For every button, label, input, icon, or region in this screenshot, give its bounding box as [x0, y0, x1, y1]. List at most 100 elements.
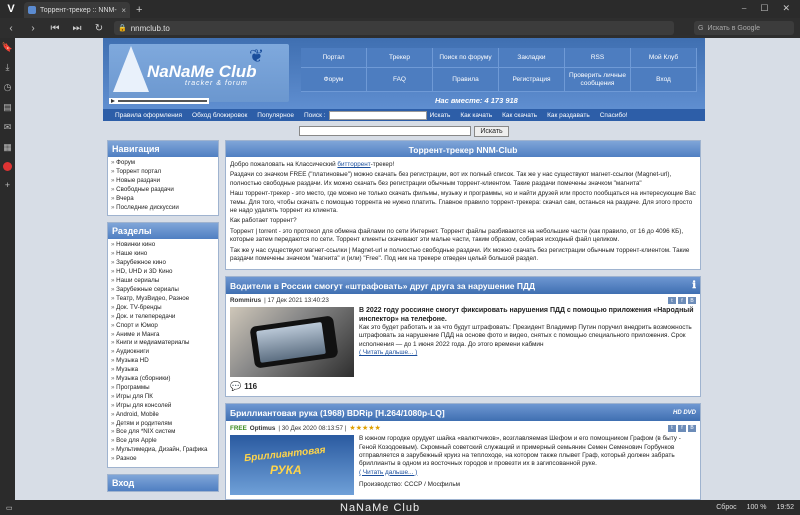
info-icon[interactable]: ℹ — [692, 280, 696, 291]
menu-search-input[interactable] — [328, 110, 427, 120]
fast-forward-icon[interactable]: ⏭ — [70, 23, 84, 34]
tab-close-icon[interactable]: × — [121, 6, 126, 15]
sidebar-item-forum[interactable]: Форум — [111, 159, 215, 168]
mail-icon[interactable]: ✉ — [4, 122, 12, 133]
comments-count[interactable]: 116 — [244, 382, 257, 391]
nav-my-club[interactable]: Мой Клуб — [631, 48, 697, 68]
vivaldi-logo-icon[interactable]: V — [0, 0, 22, 18]
zoom-level[interactable]: 100 % — [747, 504, 767, 511]
read-more-link[interactable]: ( Читать дальше... ) — [359, 469, 417, 476]
minimize-button[interactable]: ⎯ — [742, 3, 747, 14]
reload-icon[interactable]: ↻ — [92, 23, 106, 34]
menu-bypass[interactable]: Обход блокировок — [192, 112, 247, 119]
twitter-icon[interactable]: t — [668, 424, 676, 432]
section-item[interactable]: Все для Apple — [111, 437, 215, 446]
section-item[interactable]: Разное — [111, 455, 215, 464]
section-item[interactable]: Наше кино — [111, 250, 215, 259]
menu-search-button[interactable]: Искать — [430, 112, 451, 119]
section-item[interactable]: Музыка (сборники) — [111, 375, 215, 384]
section-item[interactable]: Игры для ПК — [111, 393, 215, 402]
section-item[interactable]: Мультимедиа, Дизайн, Графика — [111, 446, 215, 455]
vk-icon[interactable]: B — [688, 297, 696, 305]
audio-player[interactable] — [109, 98, 209, 104]
section-item[interactable]: Детям и родителям — [111, 420, 215, 429]
news-title[interactable]: Водители в России смогут «штрафовать» др… — [230, 281, 535, 291]
rewind-icon[interactable]: ⏮ — [48, 23, 62, 34]
sidebar-item-new[interactable]: Новые раздачи — [111, 177, 215, 186]
movie-poster[interactable]: Бриллиантовая РУКА — [230, 435, 354, 496]
close-window-button[interactable]: ✕ — [782, 3, 790, 14]
facebook-icon[interactable]: f — [678, 424, 686, 432]
news-author[interactable]: Rommirus — [230, 297, 261, 304]
notes-icon[interactable]: ▤ — [3, 102, 12, 113]
section-item[interactable]: Спорт и Юмор — [111, 322, 215, 331]
news-image[interactable] — [230, 307, 354, 378]
downloads-icon[interactable]: ⤓ — [6, 62, 10, 73]
section-item[interactable]: Аниме и Манга — [111, 331, 215, 340]
vk-icon[interactable]: B — [688, 424, 696, 432]
history-icon[interactable]: ◷ — [4, 82, 12, 93]
forward-icon[interactable]: › — [26, 23, 40, 34]
sidebar-item-yesterday[interactable]: Вчера — [111, 195, 215, 204]
menu-how-to-seed[interactable]: Как раздавать — [547, 112, 590, 119]
add-panel-icon[interactable]: + — [5, 180, 10, 190]
facebook-icon[interactable]: f — [678, 297, 686, 305]
site-logo[interactable]: NaNaMe Club tracker & forum ❦ — [109, 44, 289, 102]
nav-forum[interactable]: Форум — [301, 68, 367, 92]
section-item[interactable]: Док. и телепередачи — [111, 313, 215, 322]
nav-forum-search[interactable]: Поиск по форуму — [433, 48, 499, 68]
nav-faq[interactable]: FAQ — [367, 68, 433, 92]
section-item[interactable]: HD, UHD и 3D Кино — [111, 268, 215, 277]
sidebar-item-free[interactable]: Свободные раздачи — [111, 186, 215, 195]
nav-tracker[interactable]: Трекер — [367, 48, 433, 68]
nav-rss[interactable]: RSS — [565, 48, 631, 68]
section-item[interactable]: Наши сериалы — [111, 277, 215, 286]
menu-how-to-get[interactable]: Как скачать — [502, 112, 537, 119]
menu-how-to-download[interactable]: Как качать — [460, 112, 492, 119]
section-item[interactable]: Книги и медиаматериалы — [111, 339, 215, 348]
section-item[interactable]: Аудиокниги — [111, 348, 215, 357]
section-item[interactable]: Новинки кино — [111, 241, 215, 250]
section-item[interactable]: Музыка HD — [111, 357, 215, 366]
nav-login[interactable]: Вход — [631, 68, 697, 92]
bookmarks-icon[interactable]: 🔖 — [2, 42, 13, 53]
nav-bookmarks[interactable]: Закладки — [499, 48, 565, 68]
twitter-icon[interactable]: t — [668, 297, 676, 305]
section-item[interactable]: Зарубежное кино — [111, 259, 215, 268]
menu-thanks[interactable]: Спасибо! — [600, 112, 628, 119]
read-more-link[interactable]: ( Читать дальше... ) — [359, 349, 417, 356]
reset-label[interactable]: Сброс — [716, 504, 736, 511]
sidebar-item-torrent-portal[interactable]: Торрент портал — [111, 168, 215, 177]
main-search-button[interactable]: Искать — [474, 126, 509, 137]
nav-rules[interactable]: Правила — [433, 68, 499, 92]
play-icon[interactable] — [111, 99, 115, 103]
section-item[interactable]: Программы — [111, 384, 215, 393]
sidebar-item-discussions[interactable]: Последние дискуссии — [111, 204, 215, 213]
address-bar[interactable]: 🔒 nnmclub.to — [114, 21, 674, 35]
nav-portal[interactable]: Портал — [301, 48, 367, 68]
bittorrent-link[interactable]: битторрент — [337, 161, 370, 168]
section-item[interactable]: Док. TV-бренды — [111, 304, 215, 313]
main-search-input[interactable] — [299, 126, 472, 136]
section-item[interactable]: Игры для консолей — [111, 402, 215, 411]
menu-popular[interactable]: Популярное — [257, 112, 294, 119]
nav-messages[interactable]: Проверить личные сообщения — [565, 68, 631, 92]
nav-register[interactable]: Регистрация — [499, 68, 565, 92]
section-item[interactable]: Музыка — [111, 366, 215, 375]
torrent-author[interactable]: Optimus — [250, 425, 276, 432]
new-tab-button[interactable]: + — [136, 4, 142, 16]
section-item[interactable]: Зарубежные сериалы — [111, 286, 215, 295]
browser-search-box[interactable]: G Искать в Google — [694, 21, 794, 35]
torrent-title[interactable]: Бриллиантовая рука (1968) BDRip [H.264/1… — [230, 408, 445, 418]
calendar-icon[interactable]: ▦ — [3, 142, 12, 153]
player-track[interactable] — [118, 100, 207, 102]
maximize-button[interactable]: ☐ — [760, 3, 768, 14]
panel-toggle-icon[interactable]: ▭ — [6, 504, 13, 512]
section-item[interactable]: Театр, МузВидео, Разное — [111, 295, 215, 304]
menu-rules[interactable]: Правила оформления — [115, 112, 182, 119]
browser-tab[interactable]: Торрент-трекер :: NNM-C × — [24, 2, 130, 18]
section-item[interactable]: Android, Mobile — [111, 411, 215, 420]
section-item[interactable]: Все для *NIX систем — [111, 428, 215, 437]
back-icon[interactable]: ‹ — [4, 23, 18, 34]
vivaldi-panel-icon[interactable] — [3, 162, 12, 171]
